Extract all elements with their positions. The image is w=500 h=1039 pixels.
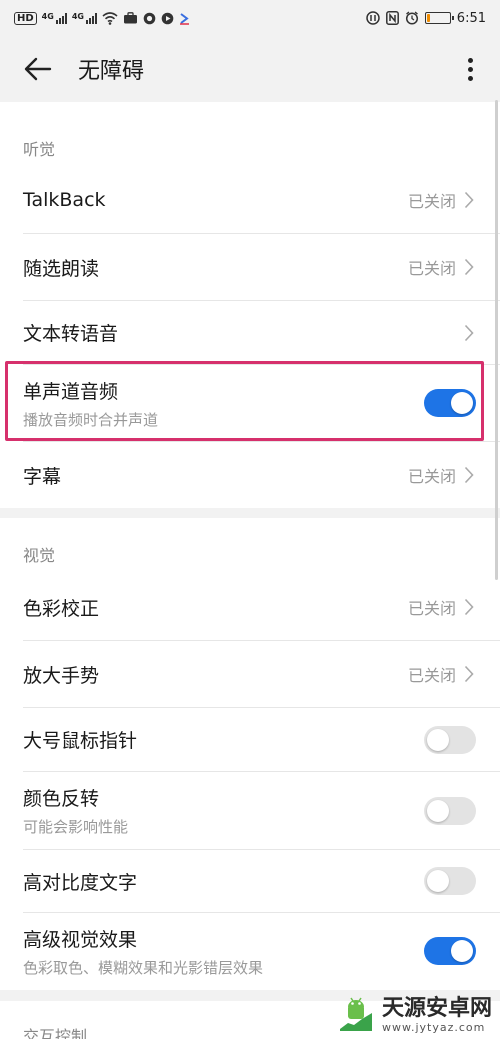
setting-status: 已关闭 [407,666,456,685]
briefcase-icon [123,12,137,24]
hd-icon: HD [14,11,37,25]
section-header-vision: 视觉 [23,546,56,565]
arrow-left-icon [24,57,52,81]
wifi-icon [102,11,118,25]
nfc-icon [385,11,399,25]
setting-magnification-gesture[interactable]: 放大手势 已关闭 [23,641,500,708]
camera-icon [143,12,156,24]
network-type-label: 4G [71,12,84,21]
more-dot [467,75,473,81]
chevron-right-icon [464,324,476,342]
setting-label: TalkBack [23,189,106,211]
setting-captions[interactable]: 字幕 已关闭 [23,442,500,508]
toggle-knob [427,728,449,751]
setting-color-inversion[interactable]: 颜色反转 可能会影响性能 [23,772,500,850]
more-dot [467,66,473,72]
setting-description: 色彩取色、模糊效果和光影错层效果 [23,958,264,977]
status-left: HD 4G 4G [14,11,190,25]
chevron-right-icon [464,466,476,484]
toggle-knob [451,392,473,414]
battery-icon [424,12,454,24]
section-hearing: 听觉 TalkBack 已关闭 随选朗读 已关闭 文本转语音 单声道音频 播放音… [0,102,500,508]
setting-label: 文本转语音 [23,323,119,345]
setting-label: 字幕 [23,465,62,488]
setting-advanced-visual-effects[interactable]: 高级视觉效果 色彩取色、模糊效果和光影错层效果 [23,913,500,989]
chevron-right-icon [464,258,476,276]
setting-color-correction[interactable]: 色彩校正 已关闭 [23,574,500,641]
chevron-right-icon [464,665,476,683]
scrollbar[interactable] [495,100,498,580]
setting-status: 已关闭 [407,467,456,486]
high-contrast-toggle[interactable] [424,867,476,895]
status-right: 6:51 [366,11,486,26]
signal-icon: 4G [42,12,67,24]
toggle-knob [451,940,473,962]
setting-label: 色彩校正 [23,597,100,620]
section-vision: 视觉 色彩校正 已关闭 放大手势 已关闭 大号鼠标指针 颜色反转 可能会影响性能… [0,518,500,990]
setting-talkback[interactable]: TalkBack 已关闭 [23,167,500,234]
visual-effects-toggle[interactable] [424,937,476,965]
setting-label: 单声道音频 [23,380,119,403]
vibrate-icon [366,11,380,25]
setting-description: 播放音频时合并声道 [23,410,159,429]
setting-high-contrast-text[interactable]: 高对比度文字 [23,850,500,913]
setting-status: 已关闭 [407,192,456,211]
battery-level [426,14,431,22]
setting-mono-audio[interactable]: 单声道音频 播放音频时合并声道 [23,365,500,442]
chevron-right-icon [464,598,476,616]
watermark-url: www.jytyaz.com [381,1021,486,1034]
setting-large-mouse-pointer[interactable]: 大号鼠标指针 [23,708,500,772]
watermark: 天源安卓网 www.jytyaz.com [336,995,492,1035]
more-dot [467,57,473,63]
signal-icon: 4G [72,12,97,24]
more-options-button[interactable] [460,49,480,89]
setting-label: 高对比度文字 [23,871,138,894]
watermark-text: 天源安卓网 www.jytyaz.com [382,997,492,1033]
setting-label: 随选朗读 [23,257,100,280]
setting-status: 已关闭 [407,259,456,278]
toggle-knob [427,799,449,822]
network-type-label: 4G [41,12,54,21]
setting-label: 高级视觉效果 [23,928,138,951]
page-title: 无障碍 [78,59,145,84]
status-bar: HD 4G 4G 6:51 [0,0,500,36]
android-logo-icon [339,997,372,1031]
setting-description: 可能会影响性能 [23,818,129,836]
large-pointer-toggle[interactable] [424,725,476,754]
watermark-title: 天源安卓网 [381,995,492,1021]
setting-status: 已关闭 [407,599,456,618]
setting-label: 大号鼠标指针 [23,730,138,752]
alarm-icon [405,11,418,25]
toggle-knob [427,870,449,892]
app-bar: 无障碍 [0,36,500,102]
setting-label: 颜色反转 [23,788,100,810]
mono-audio-toggle[interactable] [424,389,476,417]
media-icon [161,12,174,24]
color-inversion-toggle[interactable] [424,796,476,825]
arrow-icon [179,12,189,25]
setting-label: 放大手势 [23,664,100,687]
section-header-hearing: 听觉 [23,140,56,159]
setting-text-to-speech[interactable]: 文本转语音 [23,301,500,365]
status-time: 6:51 [456,10,486,26]
back-button[interactable] [12,43,64,95]
setting-select-to-speak[interactable]: 随选朗读 已关闭 [23,234,500,301]
chevron-right-icon [464,191,476,209]
